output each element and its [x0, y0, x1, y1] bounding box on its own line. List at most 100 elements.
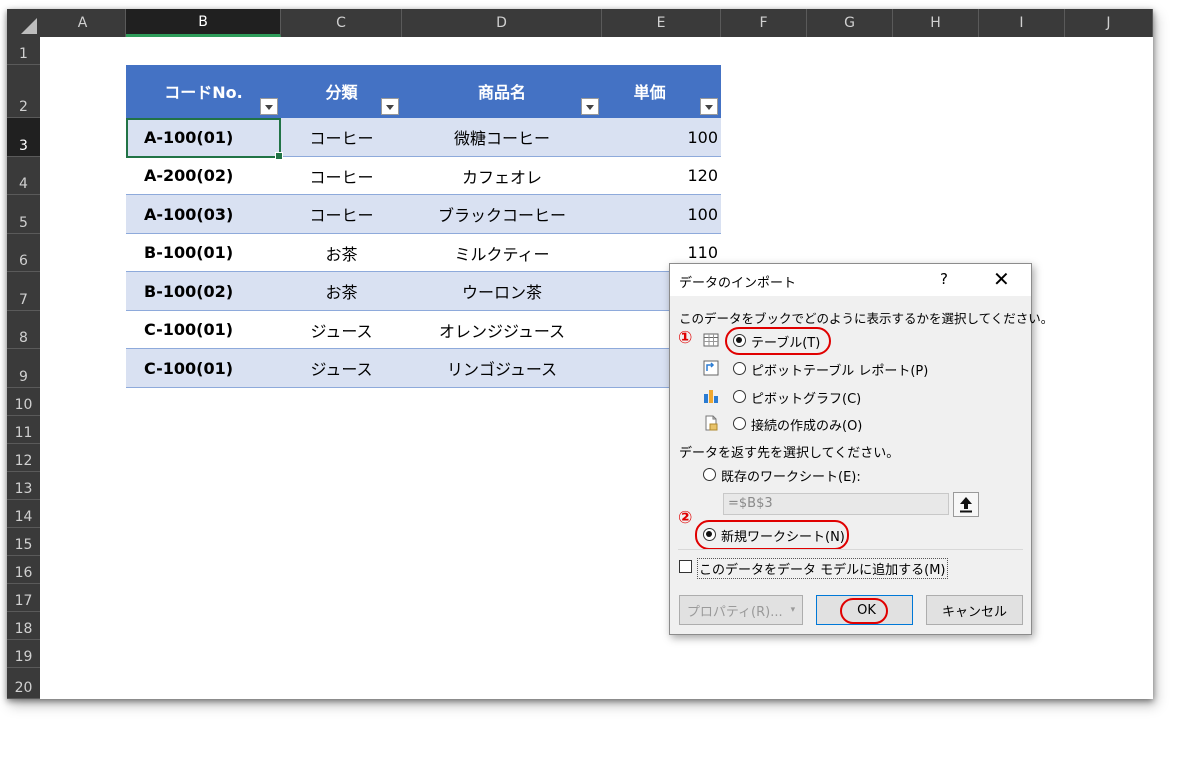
row-header-19[interactable]: 19 [7, 640, 40, 668]
cell-category[interactable]: ジュース [281, 311, 402, 348]
column-header-g[interactable]: G [807, 9, 893, 37]
column-header-c[interactable]: C [281, 9, 402, 37]
cell-category[interactable]: コーヒー [281, 195, 402, 233]
header-cell-code[interactable]: コードNo. [126, 65, 281, 118]
cell-product[interactable]: ミルクティー [402, 234, 602, 271]
cell-category[interactable]: お茶 [281, 272, 402, 310]
existing-worksheet-label[interactable]: 既存のワークシート(E): [721, 466, 861, 485]
column-header-i[interactable]: I [979, 9, 1065, 37]
table-row: B-100(01) お茶 ミルクティー 110 [126, 234, 721, 272]
row-header-2[interactable]: 2 [7, 65, 40, 118]
radio-pivot-table[interactable] [733, 362, 746, 375]
cell-category[interactable]: コーヒー [281, 118, 402, 156]
table-row: A-100(03) コーヒー ブラックコーヒー 100 [126, 195, 721, 234]
import-data-dialog: データのインポート ? ✕ このデータをブックでどのように表示するかを選択してく… [669, 263, 1053, 635]
option-label-connection-only[interactable]: 接続の作成のみ(O) [751, 415, 862, 434]
radio-pivot-chart[interactable] [733, 390, 746, 403]
row-header-14[interactable]: 14 [7, 500, 40, 528]
filter-dropdown-icon[interactable] [700, 98, 718, 115]
select-all-triangle-icon [21, 18, 37, 34]
row-header-12[interactable]: 12 [7, 444, 40, 472]
cell-reference-input[interactable]: =$B$3 [723, 493, 949, 515]
row-header-1[interactable]: 1 [7, 37, 40, 65]
option-label-pivot-table[interactable]: ピボットテーブル レポート(P) [751, 360, 928, 379]
filter-dropdown-icon[interactable] [581, 98, 599, 115]
row-header-15[interactable]: 15 [7, 528, 40, 556]
pivot-chart-icon [704, 390, 718, 403]
cell-code[interactable]: C-100(01) [144, 349, 233, 387]
cell-price[interactable]: 100 [602, 118, 718, 156]
radio-existing-worksheet[interactable] [703, 468, 716, 481]
annotation-oval-1 [725, 327, 831, 355]
column-header-d[interactable]: D [402, 9, 602, 37]
cell-category[interactable]: お茶 [281, 234, 402, 271]
cell-code[interactable]: B-100(01) [144, 234, 233, 271]
select-all-corner[interactable] [7, 9, 40, 37]
column-header-h[interactable]: H [893, 9, 979, 37]
row-header-10[interactable]: 10 [7, 388, 40, 416]
header-cell-price[interactable]: 単価 [602, 65, 721, 118]
row-header-3[interactable]: 3 [7, 118, 40, 157]
row-header-7[interactable]: 7 [7, 272, 40, 311]
cell-product[interactable]: カフェオレ [402, 157, 602, 194]
cell-product[interactable]: 微糖コーヒー [402, 118, 602, 156]
cell-product[interactable]: オレンジジュース [402, 311, 602, 348]
dialog-titlebar: データのインポート ? ✕ [670, 264, 1031, 296]
collapse-dialog-button[interactable] [953, 492, 979, 517]
radio-connection-only[interactable] [733, 417, 746, 430]
pivot-table-icon [703, 360, 719, 376]
cancel-button[interactable]: キャンセル [926, 595, 1023, 625]
header-cell-category[interactable]: 分類 [281, 65, 402, 118]
column-header-j[interactable]: J [1065, 9, 1153, 37]
row-header-13[interactable]: 13 [7, 472, 40, 500]
cell-code[interactable]: B-100(02) [144, 272, 233, 310]
column-header-e[interactable]: E [602, 9, 721, 37]
column-header-b[interactable]: B [126, 9, 281, 37]
filter-dropdown-icon[interactable] [381, 98, 399, 115]
cell-product[interactable]: リンゴジュース [402, 349, 602, 387]
row-header-8[interactable]: 8 [7, 311, 40, 349]
close-button[interactable]: ✕ [993, 267, 1010, 291]
row-header-11[interactable]: 11 [7, 416, 40, 444]
cell-category[interactable]: ジュース [281, 349, 402, 387]
filter-dropdown-icon[interactable] [260, 98, 278, 115]
row-header-5[interactable]: 5 [7, 195, 40, 234]
row-header-6[interactable]: 6 [7, 234, 40, 272]
help-button[interactable]: ? [940, 270, 948, 288]
cell-product[interactable]: ブラックコーヒー [402, 195, 602, 233]
row-header-16[interactable]: 16 [7, 556, 40, 584]
table-row: B-100(02) お茶 ウーロン茶 [126, 272, 721, 311]
data-model-checkbox[interactable] [679, 560, 692, 573]
cell-category[interactable]: コーヒー [281, 157, 402, 194]
row-header-18[interactable]: 18 [7, 612, 40, 640]
data-model-label[interactable]: このデータをデータ モデルに追加する(M) [697, 558, 948, 579]
cell-code[interactable]: A-100(03) [144, 195, 233, 233]
cancel-button-label: キャンセル [941, 604, 1007, 620]
header-label-price: 単価 [633, 83, 666, 102]
row-header-17[interactable]: 17 [7, 584, 40, 612]
dialog-title: データのインポート [679, 276, 797, 291]
header-label-product: 商品名 [477, 83, 526, 102]
cell-code[interactable]: A-200(02) [144, 157, 233, 194]
row-header-9[interactable]: 9 [7, 349, 40, 388]
annotation-number-1: ① [678, 328, 693, 348]
column-header-a[interactable]: A [40, 9, 126, 37]
cell-price[interactable]: 120 [602, 157, 718, 194]
cell-price[interactable]: 100 [602, 195, 718, 233]
header-cell-product[interactable]: 商品名 [402, 65, 602, 118]
dropdown-arrow-icon: ▾ [790, 605, 796, 615]
row-header-4[interactable]: 4 [7, 157, 40, 195]
annotation-oval-3 [840, 598, 888, 624]
table-row: C-100(01) ジュース オレンジジュース [126, 311, 721, 349]
destination-prompt: データを返す先を選択してください。 [679, 446, 900, 461]
cell-code[interactable]: C-100(01) [144, 311, 233, 348]
cell-product[interactable]: ウーロン茶 [402, 272, 602, 310]
annotation-oval-2 [695, 520, 849, 550]
fill-handle[interactable] [275, 152, 283, 160]
table-row: A-200(02) コーヒー カフェオレ 120 [126, 157, 721, 195]
column-header-f[interactable]: F [721, 9, 807, 37]
annotation-number-2: ② [678, 508, 693, 528]
option-label-pivot-chart[interactable]: ピボットグラフ(C) [751, 388, 861, 407]
row-header-20[interactable]: 20 [7, 668, 40, 699]
properties-button[interactable]: プロパティ(R)... ▾ [679, 595, 803, 625]
